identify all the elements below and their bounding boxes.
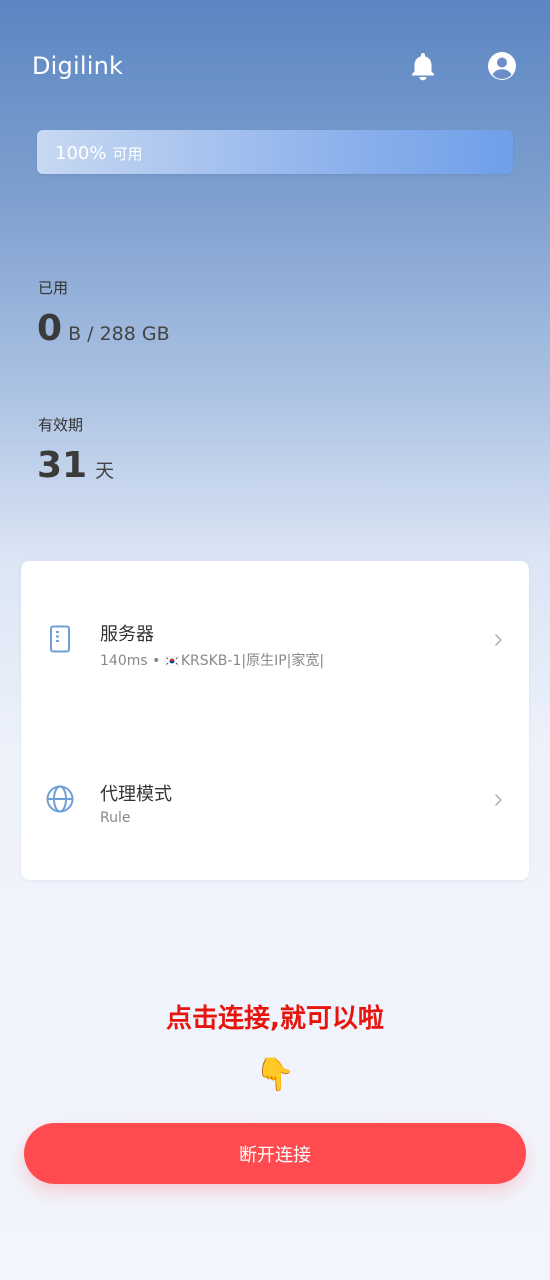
validity-label: 有效期 bbox=[38, 416, 84, 434]
server-title: 服务器 bbox=[100, 624, 154, 645]
used-label: 已用 bbox=[38, 279, 69, 297]
validity-days: 31 bbox=[37, 445, 88, 486]
quota-text: 100% 可用 bbox=[55, 143, 142, 164]
bell-icon[interactable] bbox=[407, 50, 439, 82]
server-icon bbox=[50, 625, 70, 653]
quota-percent: 100% bbox=[55, 143, 107, 164]
chevron-right-icon bbox=[495, 634, 502, 646]
chevron-right-icon bbox=[495, 794, 502, 806]
used-value: 0B / 288 GB bbox=[37, 308, 170, 349]
quota-progress-bar: 100% 可用 bbox=[37, 130, 513, 174]
south-korea-flag-icon bbox=[164, 656, 179, 666]
globe-icon bbox=[46, 785, 74, 813]
server-latency: 140ms bbox=[100, 653, 148, 669]
account-circle-icon[interactable] bbox=[486, 50, 518, 82]
pointing-down-hand-icon: 👇 bbox=[255, 1055, 295, 1093]
validity-unit: 天 bbox=[95, 460, 115, 482]
proxy-mode-value: Rule bbox=[100, 810, 131, 826]
used-unit-total: B / 288 GB bbox=[68, 323, 170, 345]
settings-card: 服务器 140ms • KRSKB-1|原生IP|家宽| 代理模式 Rule bbox=[21, 561, 529, 880]
app-title: Digilink bbox=[32, 52, 124, 80]
validity-value: 31 天 bbox=[37, 445, 114, 486]
proxy-mode-row[interactable]: 代理模式 Rule bbox=[21, 756, 529, 846]
server-node-name: KRSKB-1|原生IP|家宽| bbox=[180, 653, 325, 669]
server-separator: • bbox=[152, 653, 161, 669]
connect-hint-text: 点击连接,就可以啦 bbox=[166, 1004, 384, 1034]
disconnect-button[interactable]: 断开连接 bbox=[24, 1123, 526, 1184]
server-subtitle: 140ms • KRSKB-1|原生IP|家宽| bbox=[100, 650, 324, 670]
server-row[interactable]: 服务器 140ms • KRSKB-1|原生IP|家宽| bbox=[21, 596, 529, 686]
proxy-mode-title: 代理模式 bbox=[100, 784, 172, 805]
quota-available-label: 可用 bbox=[112, 145, 143, 163]
used-amount: 0 bbox=[37, 308, 63, 349]
